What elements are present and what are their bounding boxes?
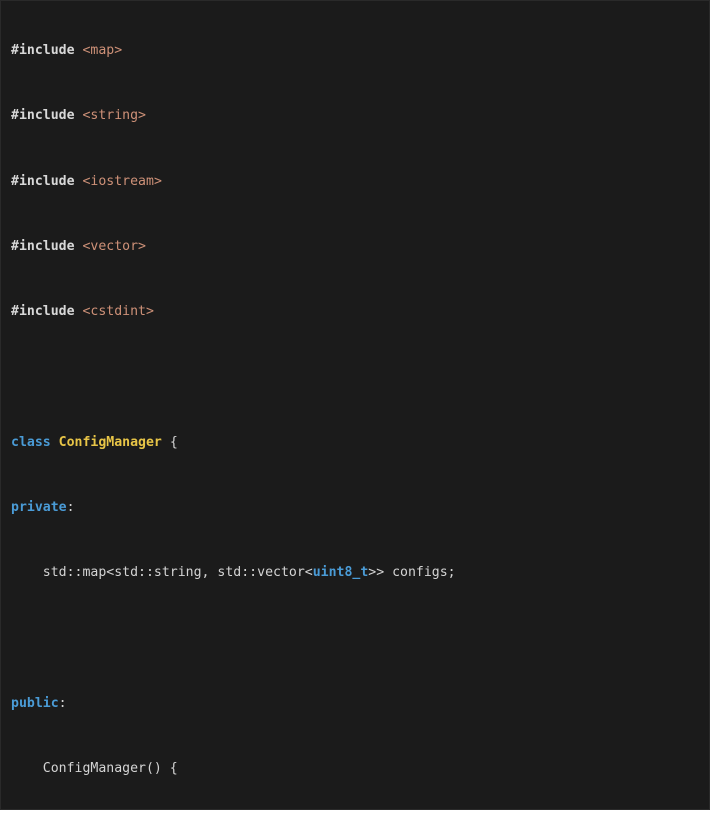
type-uint8-t: uint8_t bbox=[312, 565, 369, 581]
code-line-2: #include <string> bbox=[1, 106, 709, 126]
code-line-10-blank bbox=[1, 629, 709, 649]
keyword-class: class bbox=[11, 434, 51, 450]
code-line-8: private: bbox=[1, 498, 709, 518]
code-line-11: public: bbox=[1, 694, 709, 714]
code-line-9: std::map<std::string, std::vector<uint8_… bbox=[1, 563, 709, 583]
member-decl-suffix: >> configs; bbox=[368, 565, 456, 581]
code-line-4: #include <vector> bbox=[1, 237, 709, 257]
code-line-6-blank bbox=[1, 367, 709, 387]
header-name: <string> bbox=[82, 108, 147, 124]
header-name: <iostream> bbox=[82, 173, 162, 189]
member-decl-prefix: std::map<std::string, std::vector< bbox=[11, 565, 313, 581]
code-line-5: #include <cstdint> bbox=[1, 302, 709, 322]
preprocessor-directive: #include bbox=[11, 238, 75, 254]
code-block[interactable]: #include <map> #include <string> #includ… bbox=[1, 1, 709, 809]
brace: { bbox=[161, 434, 178, 450]
preprocessor-directive: #include bbox=[11, 108, 75, 124]
preprocessor-directive: #include bbox=[11, 304, 75, 320]
class-name: ConfigManager bbox=[58, 434, 162, 450]
header-name: <vector> bbox=[82, 238, 147, 254]
code-line-3: #include <iostream> bbox=[1, 172, 709, 192]
code-line-7: class ConfigManager { bbox=[1, 433, 709, 453]
code-editor-panel: #include <map> #include <string> #includ… bbox=[0, 0, 710, 810]
keyword-private: private bbox=[11, 500, 67, 516]
preprocessor-directive: #include bbox=[11, 43, 75, 58]
colon: : bbox=[66, 500, 75, 516]
header-name: <cstdint> bbox=[82, 304, 154, 320]
code-line-12: ConfigManager() { bbox=[11, 761, 178, 777]
colon: : bbox=[58, 695, 67, 711]
keyword-public: public bbox=[11, 695, 59, 711]
header-name: <map> bbox=[82, 43, 123, 58]
code-line-1: #include <map> bbox=[1, 41, 709, 61]
preprocessor-directive: #include bbox=[11, 173, 75, 189]
